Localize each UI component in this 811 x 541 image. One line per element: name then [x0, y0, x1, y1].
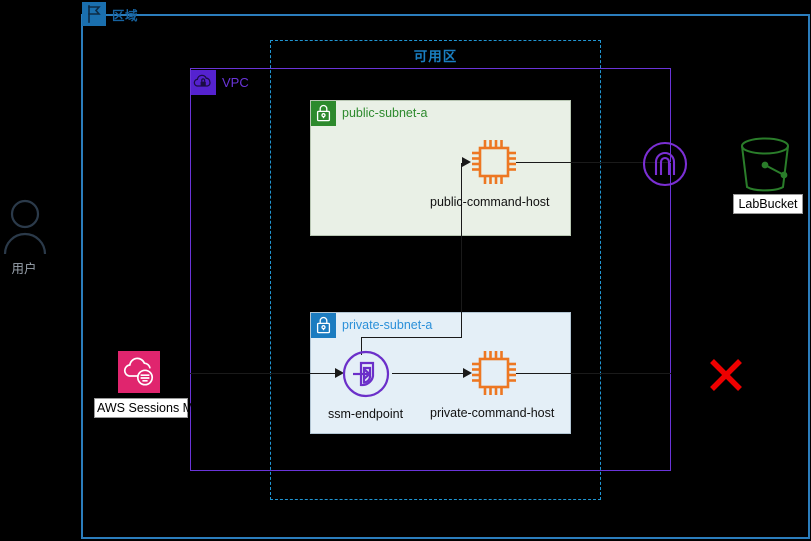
aws-sessions-manager-label: AWS Sessions Manager — [94, 398, 232, 418]
region-flag-icon — [82, 2, 106, 26]
internet-gateway-icon — [641, 140, 689, 188]
aws-sessions-manager-icon — [118, 351, 160, 393]
region-label: 区域 — [112, 9, 139, 23]
red-x-icon — [708, 357, 744, 393]
connector-riser-private-to-public — [461, 163, 463, 338]
connector-ssm-endpoint-to-private-host — [392, 373, 468, 375]
public-subnet-lock-icon — [311, 101, 336, 126]
vpc-label: VPC — [222, 75, 249, 90]
ec2-instance-icon-private — [468, 347, 520, 399]
ssm-endpoint-label: ssm-endpoint — [328, 407, 404, 421]
user-person-icon — [2, 198, 48, 255]
public-subnet-label: public-subnet-a — [342, 106, 428, 120]
connector-private-host-to-edge — [516, 373, 671, 375]
vpc-cloud-lock-icon — [191, 70, 216, 95]
subnet-box-public — [310, 100, 571, 236]
private-subnet-label: private-subnet-a — [342, 318, 433, 332]
availability-zone-label: 可用区 — [413, 49, 458, 64]
lab-bucket-label: LabBucket — [733, 194, 803, 214]
vpc-endpoint-icon — [341, 349, 391, 399]
private-command-host-label: private-command-host — [430, 406, 555, 420]
private-subnet-lock-icon — [311, 313, 336, 338]
connector-ssm-endpoint-to-riser — [361, 337, 462, 339]
ec2-instance-icon-public — [468, 136, 520, 188]
user-label: 用户 — [11, 262, 37, 276]
architecture-diagram-canvas: 区域 可用区 VPC public-subnet-a private-subne… — [0, 0, 811, 541]
public-command-host-label: public-command-host — [430, 195, 550, 209]
connector-sessions-manager-to-ssm-endpoint — [190, 373, 340, 375]
s3-bucket-icon — [737, 135, 793, 195]
